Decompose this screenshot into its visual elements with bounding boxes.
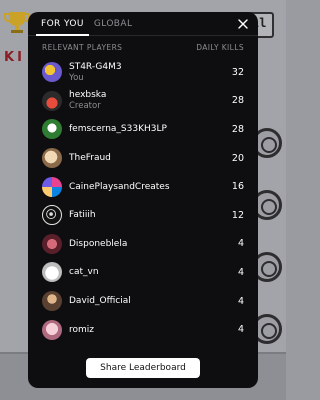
- player-name: femscerna_S33KH3LP: [69, 124, 167, 135]
- share-leaderboard-button[interactable]: Share Leaderboard: [86, 358, 200, 378]
- tab-for-you[interactable]: FOR YOU: [36, 12, 89, 36]
- player-row[interactable]: Disponeblela 4: [28, 230, 258, 259]
- leaderboard-tabs: FOR YOU GLOBAL: [28, 12, 258, 36]
- player-name: TheFraud: [69, 153, 111, 164]
- player-kills: 32: [231, 66, 244, 78]
- leaderboard-modal: FOR YOU GLOBAL RELEVANT PLAYERS DAILY KI…: [28, 12, 258, 388]
- player-name: ST4R-G4M3: [69, 61, 122, 72]
- player-name: Fatiiih: [69, 210, 96, 221]
- player-row[interactable]: ST4R-G4M3 You 32: [28, 58, 258, 87]
- player-name: Disponeblela: [69, 238, 128, 249]
- player-row[interactable]: TheFraud 20: [28, 144, 258, 173]
- player-row[interactable]: femscerna_S33KH3LP 28: [28, 115, 258, 144]
- player-name: hexbska: [69, 90, 107, 101]
- player-kills: 20: [231, 152, 244, 164]
- player-avatar: [42, 119, 62, 140]
- player-kills: 28: [231, 123, 244, 135]
- player-row[interactable]: romiz 4: [28, 315, 258, 344]
- player-avatar: [42, 148, 62, 169]
- player-avatar: [42, 62, 62, 83]
- daily-kills-header: DAILY KILLS: [196, 43, 244, 52]
- trophy-icon: [4, 12, 30, 33]
- player-avatar: [42, 291, 62, 312]
- pattern-icon: [46, 209, 57, 220]
- relevant-players-header: RELEVANT PLAYERS: [42, 43, 123, 52]
- column-headers: RELEVANT PLAYERS DAILY KILLS: [28, 36, 258, 52]
- player-row[interactable]: David_Official 4: [28, 287, 258, 316]
- player-list: ST4R-G4M3 You 32 hexbska Creator 28 fems…: [28, 58, 258, 344]
- player-name: cat_vn: [69, 267, 99, 278]
- player-kills: 28: [231, 95, 244, 107]
- player-name: David_Official: [69, 296, 131, 307]
- close-button[interactable]: [236, 17, 250, 31]
- background-letters: KI: [4, 50, 25, 65]
- player-avatar: [42, 262, 62, 283]
- player-row[interactable]: CainePlaysandCreates 16: [28, 172, 258, 201]
- player-avatar: [42, 90, 62, 111]
- close-icon: [238, 19, 248, 29]
- player-name: CainePlaysandCreates: [69, 181, 170, 192]
- player-kills: 16: [231, 181, 244, 193]
- player-role: You: [69, 72, 84, 83]
- player-kills: 12: [231, 209, 244, 221]
- player-avatar: [42, 205, 62, 226]
- player-role: Creator: [69, 101, 101, 112]
- player-row[interactable]: Fatiiih 12: [28, 201, 258, 230]
- tab-global[interactable]: GLOBAL: [89, 12, 138, 36]
- player-row[interactable]: cat_vn 4: [28, 258, 258, 287]
- player-kills: 4: [237, 324, 244, 336]
- player-avatar: [42, 176, 62, 197]
- player-kills: 4: [237, 295, 244, 307]
- player-name: romiz: [69, 324, 95, 335]
- player-avatar: [42, 233, 62, 254]
- player-kills: 4: [237, 238, 244, 250]
- player-row[interactable]: hexbska Creator 28: [28, 87, 258, 116]
- player-avatar: [42, 319, 62, 340]
- player-kills: 4: [237, 266, 244, 278]
